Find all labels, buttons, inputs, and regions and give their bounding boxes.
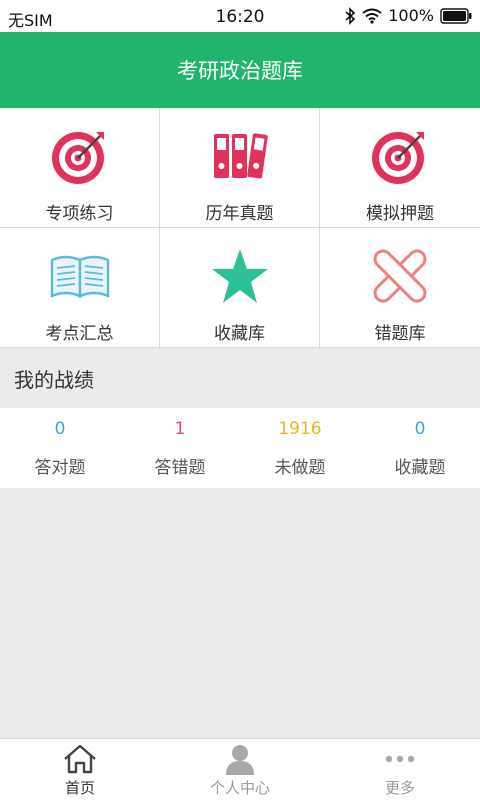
app-bar: 考研政治题库 — [0, 32, 480, 108]
nav-item-more[interactable]: 更多 — [320, 739, 480, 800]
stat-wrong[interactable]: 1 答错题 — [120, 408, 240, 488]
grid-item-favorites[interactable]: 收藏库 — [160, 228, 320, 348]
stat-label: 收藏题 — [394, 458, 446, 478]
grid-item-special-practice[interactable]: 专项练习 — [0, 108, 160, 228]
home-icon — [63, 743, 97, 775]
stat-label: 答错题 — [154, 458, 206, 478]
grid-item-past-exams[interactable]: 历年真题 — [160, 108, 320, 228]
stat-value: 1916 — [278, 419, 322, 439]
grid-item-mock-exams[interactable]: 模拟押题 — [320, 108, 480, 228]
bottom-nav: 首页 个人中心 更多 — [0, 738, 480, 800]
stat-favorited[interactable]: 0 收藏题 — [360, 408, 480, 488]
nav-label: 更多 — [384, 779, 415, 797]
status-bar: 无SIM 16:20 100% — [0, 0, 480, 32]
stat-label: 答对题 — [34, 458, 86, 478]
battery-icon — [440, 7, 472, 24]
grid-item-wrong-answers[interactable]: 错题库 — [320, 228, 480, 348]
binders-icon — [210, 126, 270, 186]
stat-label: 未做题 — [274, 458, 326, 478]
page-title: 考研政治题库 — [177, 59, 303, 83]
stat-value: 1 — [174, 419, 186, 439]
status-right: 100% — [344, 6, 472, 25]
stat-value: 0 — [414, 419, 426, 439]
person-icon — [224, 743, 256, 775]
battery-percent: 100% — [388, 6, 434, 25]
section-header: 我的战绩 — [0, 348, 480, 408]
nav-label: 首页 — [64, 779, 95, 797]
wifi-icon — [362, 8, 382, 24]
grid-item-label: 专项练习 — [45, 204, 114, 224]
section-title: 我的战绩 — [14, 367, 94, 392]
grid-item-label: 错题库 — [374, 324, 426, 344]
nav-item-profile[interactable]: 个人中心 — [160, 739, 320, 800]
star-icon — [210, 246, 270, 306]
stat-value: 0 — [54, 419, 66, 439]
stats-row: 0 答对题 1 答错题 1916 未做题 0 收藏题 — [0, 408, 480, 488]
grid-item-label: 历年真题 — [205, 204, 274, 224]
feature-grid: 专项练习 历年真题 模拟押题 考点汇总 收藏库 错题库 — [0, 108, 480, 348]
stat-correct[interactable]: 0 答对题 — [0, 408, 120, 488]
open-book-icon — [50, 246, 110, 306]
target-icon — [50, 126, 110, 186]
bluetooth-icon — [344, 6, 356, 25]
grid-item-label: 考点汇总 — [45, 324, 114, 344]
target-icon — [370, 126, 430, 186]
nav-item-home[interactable]: 首页 — [0, 739, 160, 800]
grid-item-key-points[interactable]: 考点汇总 — [0, 228, 160, 348]
grid-item-label: 收藏库 — [214, 324, 265, 344]
cross-icon — [370, 246, 430, 306]
more-dots-icon — [385, 743, 415, 775]
grid-item-label: 模拟押题 — [366, 204, 434, 224]
stat-unanswered[interactable]: 1916 未做题 — [240, 408, 360, 488]
nav-label: 个人中心 — [209, 779, 270, 797]
